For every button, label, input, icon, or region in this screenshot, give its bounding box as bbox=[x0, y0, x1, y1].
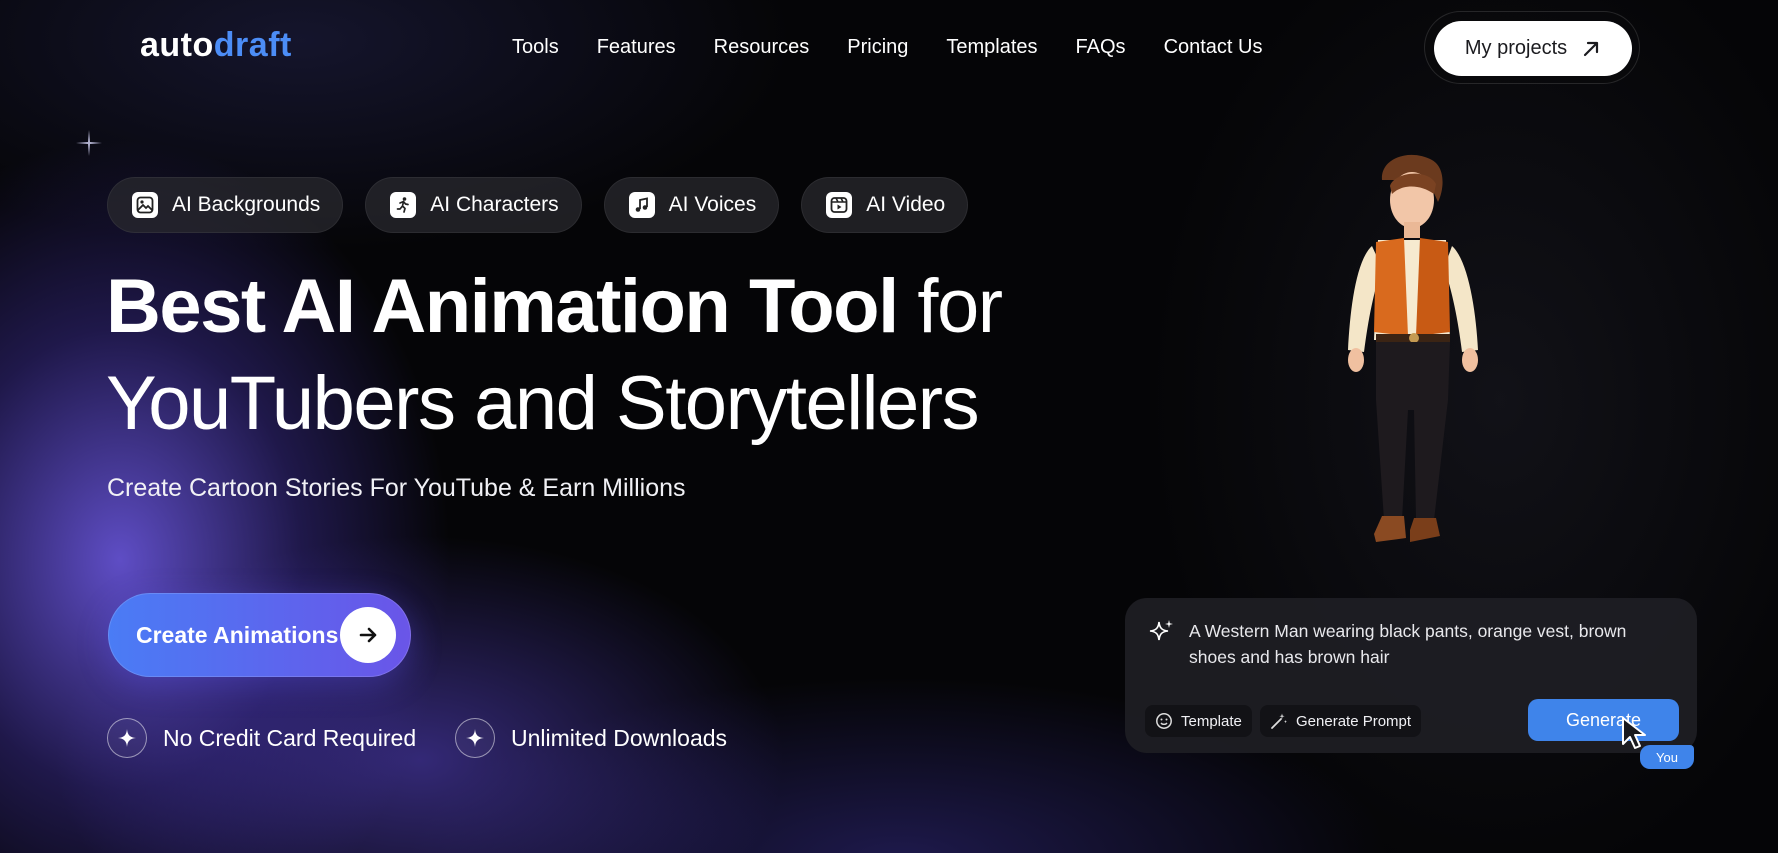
generate-prompt-label: Generate Prompt bbox=[1296, 712, 1412, 730]
pill-ai-video[interactable]: AI Video bbox=[801, 177, 969, 233]
western-man-character-illustration bbox=[1348, 154, 1478, 542]
image-icon bbox=[132, 192, 158, 218]
running-person-icon bbox=[390, 192, 417, 218]
pill-label: AI Characters bbox=[430, 193, 559, 216]
prompt-card: A Western Man wearing black pants, orang… bbox=[1125, 598, 1697, 753]
pill-ai-voices[interactable]: AI Voices bbox=[603, 177, 780, 233]
site-header: autodraft Tools Features Resources Prici… bbox=[0, 0, 1778, 95]
sparkle-decoration-icon bbox=[76, 130, 102, 156]
ai-sparkle-icon bbox=[1149, 620, 1173, 641]
headline-bold: Best AI Animation Tool bbox=[106, 264, 899, 349]
music-note-icon bbox=[628, 192, 655, 218]
my-projects-button[interactable]: My projects bbox=[1434, 21, 1632, 76]
nav-resources[interactable]: Resources bbox=[714, 36, 810, 59]
feature-label: Unlimited Downloads bbox=[511, 724, 728, 751]
pill-ai-characters[interactable]: AI Characters bbox=[365, 177, 582, 233]
nav-features[interactable]: Features bbox=[597, 36, 676, 59]
video-icon bbox=[826, 192, 853, 218]
generate-prompt-button[interactable]: Generate Prompt bbox=[1260, 705, 1422, 737]
headline-light-1: for bbox=[917, 264, 1003, 349]
arrow-right-icon bbox=[340, 607, 396, 663]
pill-label: AI Voices bbox=[668, 193, 757, 216]
cursor-user-tag: You bbox=[1640, 745, 1694, 769]
nav-templates[interactable]: Templates bbox=[946, 36, 1037, 59]
nav-pricing[interactable]: Pricing bbox=[847, 36, 908, 59]
feature-pills: AI Backgrounds AI Characters AI Voices A… bbox=[107, 177, 969, 233]
feature-no-credit-card: No Credit Card Required bbox=[107, 718, 416, 758]
magic-wand-icon bbox=[1271, 713, 1287, 729]
create-animations-button[interactable]: Create Animations bbox=[108, 593, 411, 677]
pill-label: AI Video bbox=[866, 193, 946, 216]
nav-faqs[interactable]: FAQs bbox=[1076, 36, 1126, 59]
hero-headline: Best AI Animation Tool for YouTubers and… bbox=[106, 258, 1006, 452]
arrow-up-right-icon bbox=[1584, 41, 1599, 56]
logo-part-draft: draft bbox=[213, 26, 292, 64]
smile-face-icon bbox=[1156, 713, 1172, 729]
generate-button[interactable]: Generate bbox=[1528, 699, 1679, 741]
mouse-cursor-icon bbox=[1622, 717, 1646, 749]
feature-label: No Credit Card Required bbox=[163, 724, 417, 751]
autodraft-logo[interactable]: autodraft bbox=[140, 26, 292, 65]
feature-unlimited-downloads: Unlimited Downloads bbox=[455, 718, 727, 758]
sparkle-icon bbox=[455, 718, 495, 758]
template-label: Template bbox=[1181, 712, 1242, 730]
my-projects-label: My projects bbox=[1464, 37, 1568, 59]
my-projects-wrapper: My projects bbox=[1424, 11, 1640, 84]
pill-ai-backgrounds[interactable]: AI Backgrounds bbox=[107, 177, 344, 233]
template-button[interactable]: Template bbox=[1145, 705, 1252, 737]
headline-light-2: YouTubers and Storytellers bbox=[106, 361, 980, 446]
sparkle-icon bbox=[107, 718, 147, 758]
hero-subheadline: Create Cartoon Stories For YouTube & Ear… bbox=[107, 474, 686, 502]
main-nav: Tools Features Resources Pricing Templat… bbox=[512, 36, 1301, 59]
pill-label: AI Backgrounds bbox=[172, 193, 321, 216]
logo-part-auto: auto bbox=[140, 26, 214, 64]
nav-contact-us[interactable]: Contact Us bbox=[1164, 36, 1263, 59]
prompt-input[interactable]: A Western Man wearing black pants, orang… bbox=[1189, 618, 1629, 670]
cta-label: Create Animations bbox=[136, 621, 339, 648]
nav-tools[interactable]: Tools bbox=[512, 36, 559, 59]
